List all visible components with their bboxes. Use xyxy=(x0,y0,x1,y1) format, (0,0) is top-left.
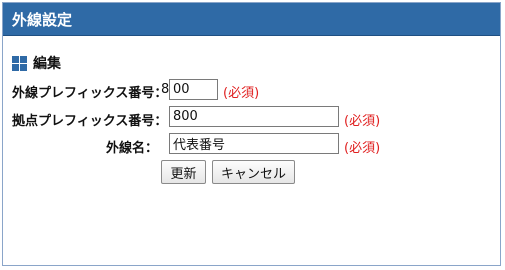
section-title: 編集 xyxy=(33,56,61,72)
site-prefix-required: (必須) xyxy=(344,114,381,129)
outside-prefix-input[interactable] xyxy=(169,79,218,100)
outside-prefix-required: (必須) xyxy=(223,86,260,101)
line-name-input[interactable] xyxy=(169,133,339,154)
site-prefix-label: 拠点プレフィックス番号： xyxy=(12,114,168,129)
line-name-required: (必須) xyxy=(344,141,381,156)
grid-icon xyxy=(12,55,27,71)
settings-panel: 外線設定 編集 外線プレフィックス番号： 8 (必須) 拠点プレフィックス番号：… xyxy=(2,2,501,266)
title-bar: 外線設定 xyxy=(3,3,500,36)
page-title: 外線設定 xyxy=(12,10,73,29)
site-prefix-input[interactable] xyxy=(169,106,339,127)
line-name-label: 外線名： xyxy=(106,141,159,156)
cancel-button[interactable]: キャンセル xyxy=(212,160,295,184)
section-header: 編集 xyxy=(12,53,61,73)
update-button[interactable]: 更新 xyxy=(161,160,206,184)
outside-prefix-label: 外線プレフィックス番号： xyxy=(12,86,168,101)
